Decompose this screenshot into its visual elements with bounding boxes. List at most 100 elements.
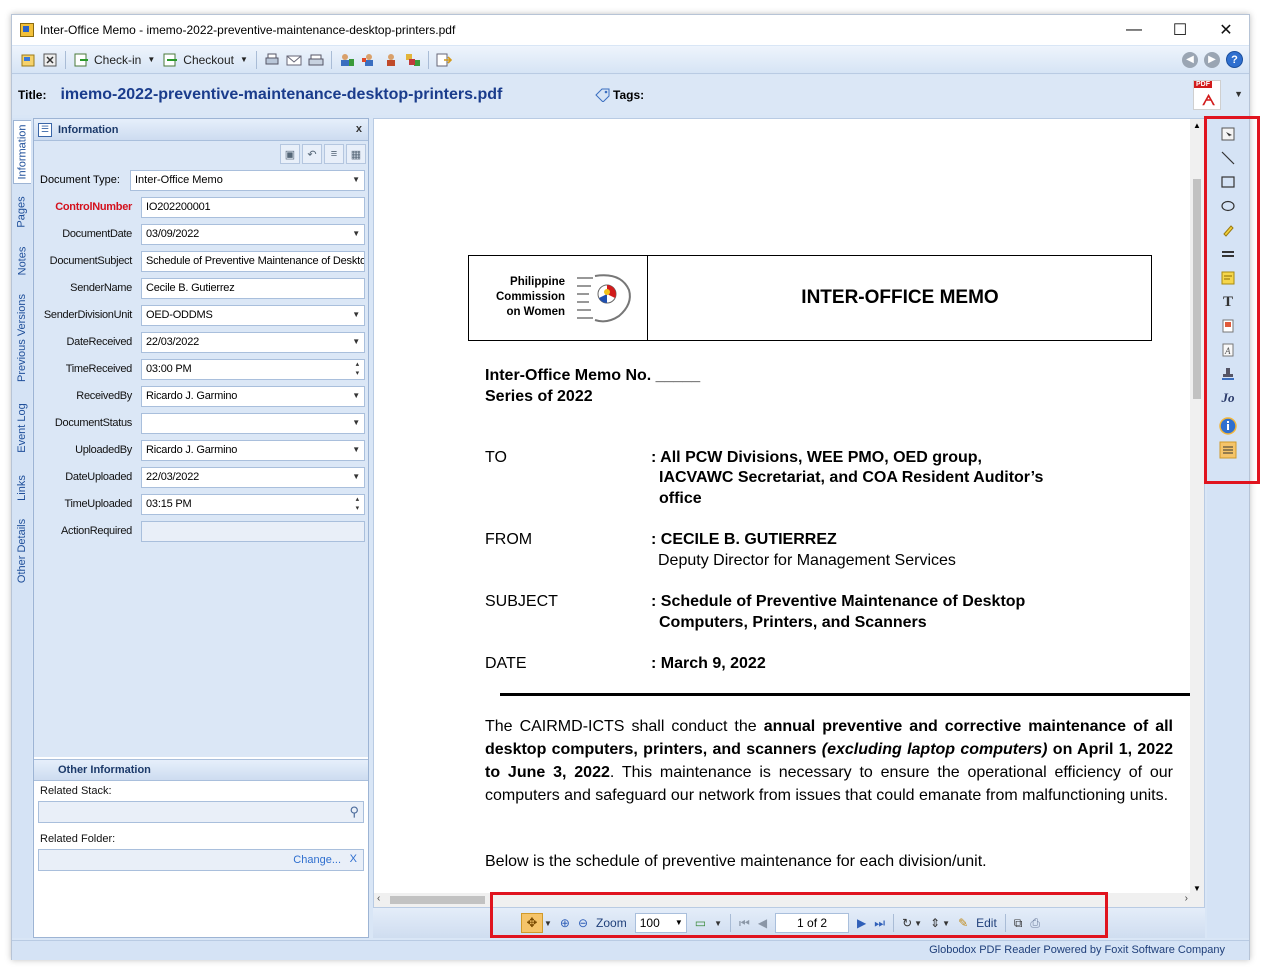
signature-icon[interactable]: Jo xyxy=(1218,388,1238,408)
user-assign-icon[interactable] xyxy=(339,52,355,68)
grid-view-icon[interactable]: ▦ xyxy=(346,144,366,164)
vertical-scroll-thumb[interactable] xyxy=(1193,179,1201,399)
related-folder-field[interactable]: Change... X xyxy=(38,849,364,871)
tab-other-details[interactable]: Other Details xyxy=(13,516,31,586)
tab-links[interactable]: Links xyxy=(13,468,31,508)
print-icon[interactable]: ⎙ xyxy=(1030,916,1040,931)
timeuploaded-spinner[interactable]: 03:15 PM ▴ ▾ xyxy=(141,494,365,515)
user-share-icon[interactable] xyxy=(361,52,377,68)
pencil-icon[interactable]: ✎ xyxy=(958,916,968,930)
spinner-arrows-icon[interactable]: ▴ ▾ xyxy=(356,495,360,513)
form-field-icon[interactable]: A xyxy=(1218,340,1238,360)
zoom-select[interactable]: 100 ▼ xyxy=(634,913,687,933)
line-tool-icon[interactable] xyxy=(1218,148,1238,168)
stamp-icon[interactable] xyxy=(1218,364,1238,384)
pdf-viewer[interactable]: Philippine Commission on Women INTER-OFF… xyxy=(373,118,1205,908)
page-number-input[interactable]: 1 of 2 xyxy=(775,913,850,933)
documentsubject-input[interactable]: Schedule of Preventive Maintenance of De… xyxy=(141,251,365,272)
attach-file-icon[interactable] xyxy=(1218,316,1238,336)
scroll-right-icon[interactable]: › xyxy=(1185,893,1188,904)
scroll-left-icon[interactable]: ‹ xyxy=(377,893,380,904)
open-icon[interactable] xyxy=(20,52,36,68)
timereceived-spinner[interactable]: 03:00 PM ▴ ▾ xyxy=(141,359,365,380)
document-type-select[interactable]: Inter-Office Memo ▼ xyxy=(130,170,365,191)
chevron-down-icon[interactable]: ▼ xyxy=(714,919,722,928)
flip-icon[interactable]: ⇕ xyxy=(930,916,940,930)
select-area-icon[interactable] xyxy=(1218,124,1238,144)
ellipse-tool-icon[interactable] xyxy=(1218,196,1238,216)
checkout-button[interactable]: Checkout ▼ xyxy=(159,49,252,71)
copy-icon[interactable]: ⧉ xyxy=(1014,916,1023,931)
dateuploaded-picker[interactable]: 22/03/2022 ▼ xyxy=(141,467,365,488)
fit-width-icon[interactable]: ▭ xyxy=(695,916,706,930)
horizontal-scroll-thumb[interactable] xyxy=(390,896,485,904)
chevron-down-icon[interactable]: ▼ xyxy=(544,919,552,928)
uploadedby-select[interactable]: Ricardo J. Garmino ▼ xyxy=(141,440,365,461)
edit-button[interactable]: Edit xyxy=(976,916,997,930)
sendername-input[interactable]: Cecile B. Gutierrez xyxy=(141,278,365,299)
tab-event-log[interactable]: Event Log xyxy=(13,398,31,458)
save-icon[interactable]: ▣ xyxy=(280,144,300,164)
print-icon[interactable] xyxy=(264,52,280,68)
search-icon[interactable]: ⚲ xyxy=(349,804,359,820)
change-folder-link[interactable]: Change... xyxy=(293,854,341,866)
zoom-out-icon[interactable]: ⊖ xyxy=(578,916,588,930)
rectangle-tool-icon[interactable] xyxy=(1218,172,1238,192)
export-icon[interactable] xyxy=(436,52,452,68)
tab-pages[interactable]: Pages xyxy=(13,190,31,234)
controlnumber-input[interactable]: IO202200001 xyxy=(141,197,365,218)
chevron-down-icon[interactable]: ▼ xyxy=(914,919,922,928)
close-panel-button[interactable]: x xyxy=(356,123,362,135)
previous-page-icon[interactable]: ◀ xyxy=(758,916,767,930)
text-tool-icon[interactable]: T xyxy=(1218,292,1238,312)
list-view-icon[interactable]: ≡ xyxy=(324,144,344,164)
chevron-down-icon: ▼ xyxy=(352,229,360,238)
info-icon[interactable] xyxy=(1218,416,1238,436)
checkin-button[interactable]: Check-in ▼ xyxy=(70,49,159,71)
tab-notes[interactable]: Notes xyxy=(13,240,31,282)
tab-previous-versions[interactable]: Previous Versions xyxy=(13,288,31,388)
workflow-icon[interactable] xyxy=(405,52,421,68)
rotate-icon[interactable]: ↻ xyxy=(902,916,912,930)
clear-folder-button[interactable]: X xyxy=(350,853,357,865)
undo-icon[interactable]: ↶ xyxy=(302,144,322,164)
comments-list-icon[interactable] xyxy=(1218,440,1238,460)
minimize-button[interactable]: — xyxy=(1111,15,1157,45)
next-page-icon[interactable]: ▶ xyxy=(857,916,866,930)
documentstatus-select[interactable]: ▼ xyxy=(141,413,365,434)
forward-icon[interactable]: ▶ xyxy=(1204,51,1220,68)
horizontal-scrollbar[interactable]: ‹ › xyxy=(374,893,1204,907)
back-icon[interactable]: ◀ xyxy=(1182,51,1198,68)
scroll-down-icon[interactable]: ▼ xyxy=(1193,884,1201,893)
receivedby-select[interactable]: Ricardo J. Garmino ▼ xyxy=(141,386,365,407)
other-information-header[interactable]: Other Information xyxy=(34,759,368,781)
scan-icon[interactable] xyxy=(308,52,324,68)
scroll-up-icon[interactable]: ▲ xyxy=(1193,121,1201,130)
chevron-down-icon[interactable]: ▼ xyxy=(1234,89,1243,99)
datereceived-picker[interactable]: 22/03/2022 ▼ xyxy=(141,332,365,353)
chevron-down-icon[interactable]: ▼ xyxy=(942,919,950,928)
last-page-icon[interactable]: ⏭ xyxy=(874,916,885,931)
pan-tool-icon[interactable]: ✥ xyxy=(521,913,543,933)
related-stack-field[interactable]: ⚲ xyxy=(38,801,364,823)
vertical-scrollbar[interactable]: ▲ ▼ xyxy=(1190,119,1204,895)
viewer-toolbar: ✥ ▼ ⊕ ⊖ Zoom 100 ▼ ▭ ▼ ⏮ ◀ 1 of 2 ▶ ⏭ ↻ … xyxy=(373,908,1205,938)
document-title[interactable]: imemo-2022-preventive-maintenance-deskto… xyxy=(60,86,502,104)
first-page-icon[interactable]: ⏮ xyxy=(739,916,750,931)
close-window-button[interactable]: ✕ xyxy=(1203,15,1249,45)
highlighter-icon[interactable] xyxy=(1218,220,1238,240)
actionrequired-input[interactable] xyxy=(141,521,365,542)
maximize-button[interactable]: ☐ xyxy=(1157,15,1203,45)
email-icon[interactable] xyxy=(286,52,302,68)
help-icon[interactable]: ? xyxy=(1226,51,1243,68)
senderdivisionunit-select[interactable]: OED-ODDMS ▼ xyxy=(141,305,365,326)
tab-information[interactable]: Information xyxy=(13,120,31,184)
documentdate-picker[interactable]: 03/09/2022 ▼ xyxy=(141,224,365,245)
strikethrough-icon[interactable] xyxy=(1218,244,1238,264)
spinner-arrows-icon[interactable]: ▴ ▾ xyxy=(356,360,360,378)
sticky-note-icon[interactable] xyxy=(1218,268,1238,288)
tags-field[interactable]: Tags: xyxy=(595,88,644,102)
user-route-icon[interactable] xyxy=(383,52,399,68)
close-doc-icon[interactable] xyxy=(42,52,58,68)
zoom-in-icon[interactable]: ⊕ xyxy=(560,916,570,930)
